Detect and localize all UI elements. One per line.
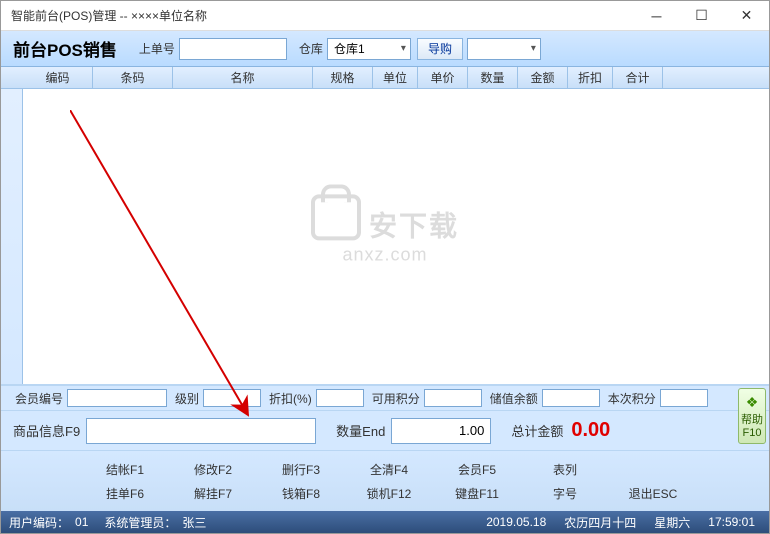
col-code[interactable]: 编码	[23, 67, 93, 88]
member-level-label: 级别	[175, 390, 199, 407]
member-level-input[interactable]	[203, 389, 261, 407]
fn-hold[interactable]: 挂单F6	[81, 481, 169, 505]
col-price[interactable]: 单价	[418, 67, 468, 88]
statusbar: 用户编码： 01 系统管理员： 张三 2019.05.18 农历四月十四 星期六…	[1, 511, 769, 533]
minimize-button[interactable]: ─	[634, 1, 679, 30]
status-weekday: 星期六	[654, 514, 690, 531]
col-barcode[interactable]: 条码	[93, 67, 173, 88]
grid-body[interactable]: 安下载 anxz.com	[1, 89, 769, 385]
total-label: 总计金额	[511, 421, 563, 440]
watermark: 安下载 anxz.com	[311, 194, 459, 265]
fn-keyboard[interactable]: 键盘F11	[433, 481, 521, 505]
member-discount-input[interactable]	[316, 389, 364, 407]
fn-table-list[interactable]: 表列	[521, 457, 609, 481]
status-date: 2019.05.18	[486, 515, 546, 529]
member-this-points-input[interactable]	[660, 389, 708, 407]
member-id-input[interactable]	[67, 389, 167, 407]
close-button[interactable]: ✕	[724, 1, 769, 30]
member-this-points-label: 本次积分	[608, 390, 656, 407]
maximize-button[interactable]: ☐	[679, 1, 724, 30]
app-title: 前台POS销售	[7, 36, 127, 61]
product-info-input[interactable]	[86, 418, 316, 444]
col-discount[interactable]: 折扣	[568, 67, 613, 88]
member-balance-label: 储值余额	[490, 390, 538, 407]
status-time: 17:59:01	[708, 515, 755, 529]
member-bar: 会员编号 级别 折扣(%) 可用积分 储值余额 本次积分	[1, 385, 769, 411]
qty-input[interactable]	[391, 418, 491, 444]
fn-clear-all[interactable]: 全清F4	[345, 457, 433, 481]
status-usercode: 01	[75, 515, 88, 529]
col-qty[interactable]: 数量	[468, 67, 518, 88]
titlebar: 智能前台(POS)管理 -- ××××单位名称 ─ ☐ ✕	[1, 1, 769, 31]
col-name[interactable]: 名称	[173, 67, 313, 88]
fn-unhold[interactable]: 解挂F7	[169, 481, 257, 505]
col-unit[interactable]: 单位	[373, 67, 418, 88]
member-points-input[interactable]	[424, 389, 482, 407]
row-selector-header	[1, 67, 23, 88]
bag-icon	[311, 194, 361, 240]
product-bar: 商品信息F9 数量End 总计金额 0.00	[1, 411, 769, 451]
warehouse-label: 仓库	[299, 40, 323, 57]
status-usercode-label: 用户编码：	[9, 514, 69, 531]
function-panel: 结帐F1 修改F2 删行F3 全清F4 会员F5 表列 挂单F6 解挂F7 钱箱…	[1, 451, 769, 511]
status-admin: 张三	[182, 514, 206, 531]
status-admin-label: 系统管理员：	[104, 514, 176, 531]
product-info-label: 商品信息F9	[13, 421, 80, 440]
prev-order-label: 上单号	[139, 40, 175, 57]
guide-button[interactable]: 导购	[417, 38, 463, 60]
fn-checkout[interactable]: 结帐F1	[81, 457, 169, 481]
grid-header: 编码 条码 名称 规格 单位 单价 数量 金额 折扣 合计	[1, 67, 769, 89]
col-total[interactable]: 合计	[613, 67, 663, 88]
fn-modify[interactable]: 修改F2	[169, 457, 257, 481]
qty-label: 数量End	[336, 421, 385, 440]
fn-lock[interactable]: 锁机F12	[345, 481, 433, 505]
total-value: 0.00	[571, 419, 610, 442]
prev-order-input[interactable]	[179, 38, 287, 60]
guide-select[interactable]	[467, 38, 541, 60]
help-button[interactable]: ❖ 帮助 F10	[738, 388, 766, 444]
col-spec[interactable]: 规格	[313, 67, 373, 88]
warehouse-select[interactable]: 仓库1	[327, 38, 411, 60]
fn-fontsize[interactable]: 字号	[521, 481, 609, 505]
member-balance-input[interactable]	[542, 389, 600, 407]
book-icon: ❖	[746, 394, 759, 411]
member-id-label: 会员编号	[15, 390, 63, 407]
fn-member[interactable]: 会员F5	[433, 457, 521, 481]
col-amount[interactable]: 金额	[518, 67, 568, 88]
member-discount-label: 折扣(%)	[269, 390, 312, 407]
main-toolbar: 前台POS销售 上单号 仓库 仓库1 导购	[1, 31, 769, 67]
fn-cashbox[interactable]: 钱箱F8	[257, 481, 345, 505]
row-marker-gutter	[1, 89, 23, 384]
status-lunar: 农历四月十四	[564, 514, 636, 531]
fn-delete-row[interactable]: 删行F3	[257, 457, 345, 481]
member-points-label: 可用积分	[372, 390, 420, 407]
window-title: 智能前台(POS)管理 -- ××××单位名称	[11, 7, 634, 24]
fn-exit[interactable]: 退出ESC	[609, 481, 697, 505]
